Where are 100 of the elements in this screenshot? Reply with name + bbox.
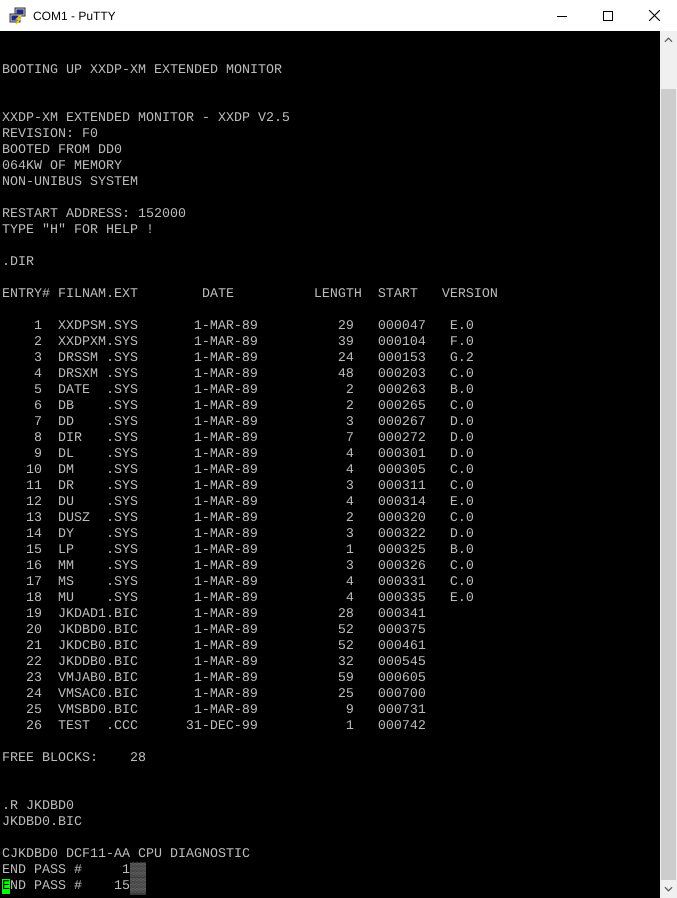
table-cell: 19 bbox=[26, 607, 42, 622]
table-cell: 1-MAR-89 bbox=[194, 431, 258, 446]
table-cell: 7 bbox=[346, 431, 354, 446]
table-cell: 1-MAR-89 bbox=[194, 607, 258, 622]
table-cell: 16 bbox=[26, 559, 42, 574]
table-cell: LP .SYS bbox=[58, 543, 138, 558]
maximize-icon[interactable] bbox=[603, 10, 613, 20]
table-cell: B.0 bbox=[450, 383, 474, 398]
table-cell: 000305 bbox=[378, 463, 426, 478]
terminal-line: JKDBD0.BIC bbox=[2, 815, 82, 831]
table-cell: 26 bbox=[26, 719, 42, 734]
table-cell: 000731 bbox=[378, 703, 426, 718]
table-cell: 23 bbox=[26, 671, 42, 686]
table-cell: 1-MAR-89 bbox=[194, 351, 258, 366]
table-cell: DATE .SYS bbox=[58, 383, 138, 398]
table-cell: 1-MAR-89 bbox=[194, 623, 258, 638]
table-cell: 15 bbox=[26, 543, 42, 558]
table-cell: 1-MAR-89 bbox=[194, 479, 258, 494]
table-cell: 3 bbox=[346, 559, 354, 574]
table-cell: 1-MAR-89 bbox=[194, 543, 258, 558]
table-cell: 000203 bbox=[378, 367, 426, 382]
table-cell: 000742 bbox=[378, 719, 426, 734]
table-cell: 3 bbox=[346, 527, 354, 542]
table-cell: 25 bbox=[338, 687, 354, 702]
table-cell: 1-MAR-89 bbox=[194, 511, 258, 526]
table-cell: 000314 bbox=[378, 495, 426, 510]
table-cell: 000605 bbox=[378, 671, 426, 686]
table-cell: 9 bbox=[346, 703, 354, 718]
table-cell: 10 bbox=[26, 463, 42, 478]
table-cell: VMSBD0.BIC bbox=[58, 703, 138, 718]
table-cell: DB .SYS bbox=[58, 399, 138, 414]
table-cell: DD .SYS bbox=[58, 415, 138, 430]
table-cell: C.0 bbox=[450, 399, 474, 414]
table-cell: 1-MAR-89 bbox=[194, 703, 258, 718]
table-cell: B.0 bbox=[450, 543, 474, 558]
table-cell: 1-MAR-89 bbox=[194, 415, 258, 430]
table-cell: 000341 bbox=[378, 607, 426, 622]
table-cell: 22 bbox=[26, 655, 42, 670]
table-cell: VMJAB0.BIC bbox=[58, 671, 138, 686]
table-cell: 000335 bbox=[378, 591, 426, 606]
table-cell: D.0 bbox=[450, 431, 474, 446]
table-cell: 000153 bbox=[378, 351, 426, 366]
table-cell: 9 bbox=[34, 447, 42, 462]
terminal-line: .R JKDBD0 bbox=[2, 799, 74, 815]
table-cell: 4 bbox=[346, 495, 354, 510]
close-icon[interactable] bbox=[648, 10, 660, 21]
table-cell: C.0 bbox=[450, 511, 474, 526]
table-cell: 11 bbox=[26, 479, 42, 494]
table-cell: 000301 bbox=[378, 447, 426, 462]
table-cell: DM .SYS bbox=[58, 463, 138, 478]
column-header: VERSION bbox=[442, 287, 498, 303]
table-cell: 25 bbox=[26, 703, 42, 718]
table-cell: 24 bbox=[338, 351, 354, 366]
table-cell: 1-MAR-89 bbox=[194, 367, 258, 382]
table-cell: MM .SYS bbox=[58, 559, 138, 574]
scroll-up-icon[interactable] bbox=[664, 37, 673, 43]
table-cell: XXDPXM.SYS bbox=[58, 335, 138, 350]
column-header: START bbox=[378, 287, 418, 303]
table-cell: G.2 bbox=[450, 351, 474, 366]
table-cell: DIR .SYS bbox=[58, 431, 138, 446]
terminal-line: END PASS # 1 bbox=[2, 863, 130, 879]
table-cell: 1-MAR-89 bbox=[194, 447, 258, 462]
table-cell: 2 bbox=[346, 399, 354, 414]
table-cell: 000047 bbox=[378, 319, 426, 334]
table-cell: C.0 bbox=[450, 367, 474, 382]
table-cell: 2 bbox=[34, 335, 42, 350]
scroll-down-icon[interactable] bbox=[664, 886, 673, 892]
table-cell: 000265 bbox=[378, 399, 426, 414]
terminal-line: BOOTED FROM DD0 bbox=[2, 143, 122, 159]
computers-icon bbox=[9, 6, 27, 24]
table-cell: DRSSM .SYS bbox=[58, 351, 138, 366]
table-cell: 1-MAR-89 bbox=[194, 383, 258, 398]
table-cell: 000331 bbox=[378, 575, 426, 590]
table-cell: 7 bbox=[34, 415, 42, 430]
table-cell: 4 bbox=[346, 447, 354, 462]
table-cell: 32 bbox=[338, 655, 354, 670]
table-cell: 17 bbox=[26, 575, 42, 590]
table-cell: DY .SYS bbox=[58, 527, 138, 542]
table-cell: 1-MAR-89 bbox=[194, 399, 258, 414]
table-cell: 1-MAR-89 bbox=[194, 687, 258, 702]
scroll-thumb[interactable] bbox=[661, 89, 676, 880]
table-cell: C.0 bbox=[450, 463, 474, 478]
table-cell: 3 bbox=[34, 351, 42, 366]
table-cell: 1-MAR-89 bbox=[194, 335, 258, 350]
table-cell: E.0 bbox=[450, 591, 474, 606]
terminal-line: END PASS # 15 bbox=[2, 879, 130, 895]
table-cell: 1-MAR-89 bbox=[194, 559, 258, 574]
table-cell: 000375 bbox=[378, 623, 426, 638]
terminal-line: .DIR bbox=[2, 255, 34, 271]
table-cell: 4 bbox=[346, 591, 354, 606]
column-header: DATE bbox=[202, 287, 234, 303]
scrollbar[interactable] bbox=[660, 31, 677, 898]
table-cell: DL .SYS bbox=[58, 447, 138, 462]
table-cell: 000272 bbox=[378, 431, 426, 446]
table-cell: 000322 bbox=[378, 527, 426, 542]
table-cell: 4 bbox=[346, 463, 354, 478]
table-cell: E.0 bbox=[450, 319, 474, 334]
table-cell: 39 bbox=[338, 335, 354, 350]
table-cell: 000320 bbox=[378, 511, 426, 526]
table-cell: 000311 bbox=[378, 479, 426, 494]
